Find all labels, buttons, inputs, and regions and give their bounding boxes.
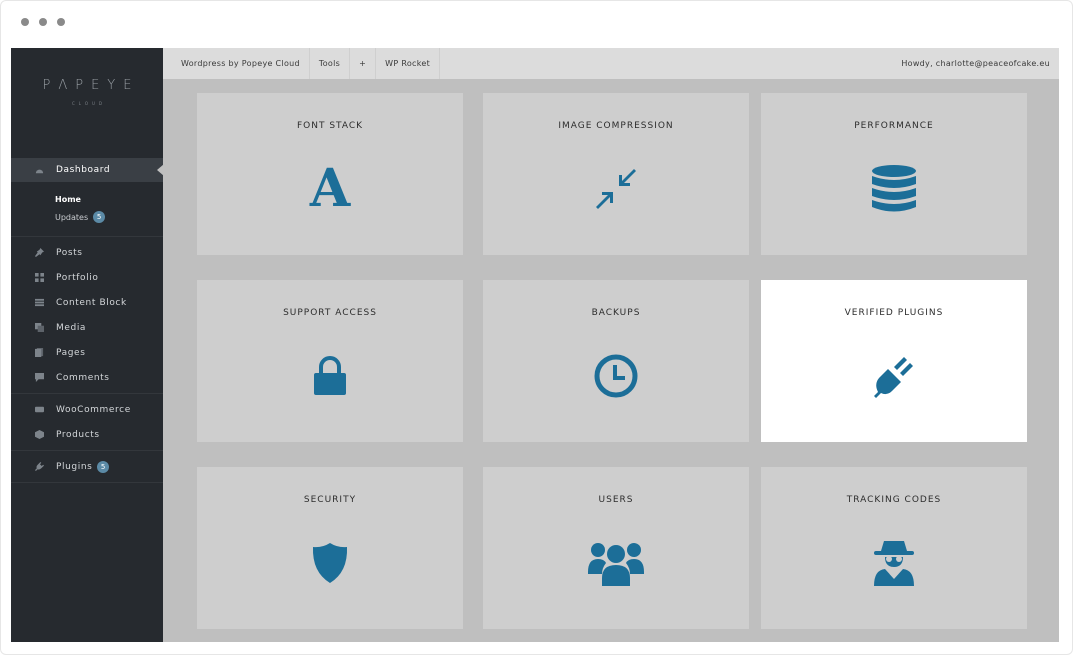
sidebar-item-label: Comments	[56, 372, 110, 383]
tile-label: BACKUPS	[591, 308, 641, 318]
tile-label: PERFORMANCE	[854, 121, 934, 131]
sidebar-item-label: Content Block	[56, 297, 127, 308]
block-icon	[35, 298, 44, 307]
tile-tracking-codes[interactable]: TRACKING CODES	[761, 467, 1027, 629]
plug-icon	[35, 462, 44, 471]
sidebar-group-shop: WooCommerce Products	[11, 394, 163, 451]
tile-image-compression[interactable]: IMAGE COMPRESSION	[483, 93, 749, 255]
box-icon	[35, 430, 44, 439]
database-icon	[864, 161, 924, 217]
gauge-icon	[35, 166, 44, 175]
logo-wordmark: PΛPEYE	[42, 78, 140, 93]
sidebar-group-plugins: Plugins 5	[11, 451, 163, 483]
sidebar-item-label: Media	[56, 322, 87, 333]
tile-verified-plugins[interactable]: VERIFIED PLUGINS	[761, 280, 1027, 442]
sidebar-item-portfolio[interactable]: Portfolio	[11, 265, 163, 290]
sidebar-item-label: Dashboard	[56, 165, 111, 175]
tile-font-stack[interactable]: FONT STACK A	[197, 93, 463, 255]
letter-a-icon: A	[300, 161, 360, 217]
submenu-label: Home	[55, 194, 81, 204]
tile-performance[interactable]: PERFORMANCE	[761, 93, 1027, 255]
toolbar-wp-rocket[interactable]: WP Rocket	[376, 48, 441, 79]
sidebar-menu: Dashboard Home Updates 5 Posts Portfolio…	[11, 158, 164, 483]
sidebar-item-woocommerce[interactable]: WooCommerce	[11, 397, 163, 422]
sidebar-group-content: Posts Portfolio Content Block Media Page…	[11, 237, 163, 394]
submenu-updates[interactable]: Updates 5	[55, 208, 163, 226]
tile-label: FONT STACK	[296, 121, 364, 131]
tile-users[interactable]: USERS	[483, 467, 749, 629]
sidebar-item-label: Posts	[56, 247, 83, 258]
tile-label: TRACKING CODES	[846, 495, 942, 505]
tile-label: SECURITY	[303, 495, 357, 505]
pin-icon	[35, 248, 44, 257]
toolbar-tools-menu[interactable]: Tools	[310, 48, 351, 79]
grid-icon	[35, 273, 44, 282]
sidebar-item-media[interactable]: Media	[11, 315, 163, 340]
submenu-home[interactable]: Home	[55, 190, 163, 208]
plug-icon	[864, 348, 924, 404]
tile-security[interactable]: SECURITY	[197, 467, 463, 629]
window-dot-1[interactable]	[21, 18, 29, 26]
admin-toolbar: Wordpress by Popeye Cloud Tools + WP Roc…	[163, 48, 1059, 79]
sidebar-item-comments[interactable]: Comments	[11, 365, 163, 390]
toolbar-site-link[interactable]: Wordpress by Popeye Cloud	[163, 48, 310, 79]
sidebar-item-plugins[interactable]: Plugins 5	[11, 454, 163, 479]
plugins-count-badge: 5	[97, 460, 110, 473]
tile-label: VERIFIED PLUGINS	[844, 308, 944, 318]
tile-label: SUPPORT ACCESS	[283, 308, 377, 318]
sidebar-item-products[interactable]: Products	[11, 422, 163, 447]
admin-app: PΛPEYE CLOUD Dashboard Home Updates 5 Po…	[11, 48, 1059, 642]
sidebar-item-posts[interactable]: Posts	[11, 240, 163, 265]
sidebar-item-label: Plugins	[56, 461, 93, 472]
compress-icon	[586, 161, 646, 217]
clock-icon	[586, 348, 646, 404]
dashboard-submenu: Home Updates 5	[11, 182, 163, 237]
tile-backups[interactable]: BACKUPS	[483, 280, 749, 442]
pages-icon	[35, 348, 44, 357]
sidebar-item-label: Products	[56, 429, 100, 440]
tile-label: USERS	[598, 495, 634, 505]
sidebar-item-label: Pages	[56, 347, 86, 358]
sidebar-item-label: WooCommerce	[56, 404, 131, 415]
woo-icon	[35, 405, 44, 414]
toolbar-user-greeting[interactable]: Howdy, charlotte@peaceofcake.eu	[901, 59, 1059, 68]
spy-icon	[864, 535, 924, 591]
sidebar-item-pages[interactable]: Pages	[11, 340, 163, 365]
window-dot-3[interactable]	[57, 18, 65, 26]
sidebar-item-label: Portfolio	[56, 272, 99, 283]
submenu-label: Updates	[55, 212, 89, 222]
tile-support-access[interactable]: SUPPORT ACCESS	[197, 280, 463, 442]
brand-logo[interactable]: PΛPEYE CLOUD	[11, 78, 163, 106]
lock-icon	[300, 348, 360, 404]
shield-icon	[300, 535, 360, 591]
sidebar: PΛPEYE CLOUD Dashboard Home Updates 5 Po…	[11, 48, 164, 642]
media-icon	[35, 323, 44, 332]
users-icon	[586, 535, 646, 591]
window-controls	[21, 18, 65, 26]
toolbar-add-new[interactable]: +	[350, 48, 377, 79]
sidebar-item-content-block[interactable]: Content Block	[11, 290, 163, 315]
letter-a-glyph: A	[309, 158, 351, 219]
window-dot-2[interactable]	[39, 18, 47, 26]
updates-count-badge: 5	[93, 211, 106, 223]
sidebar-item-dashboard[interactable]: Dashboard	[11, 158, 164, 182]
comment-icon	[35, 373, 44, 382]
logo-subtitle: CLOUD	[71, 101, 107, 106]
tile-label: IMAGE COMPRESSION	[558, 121, 674, 131]
